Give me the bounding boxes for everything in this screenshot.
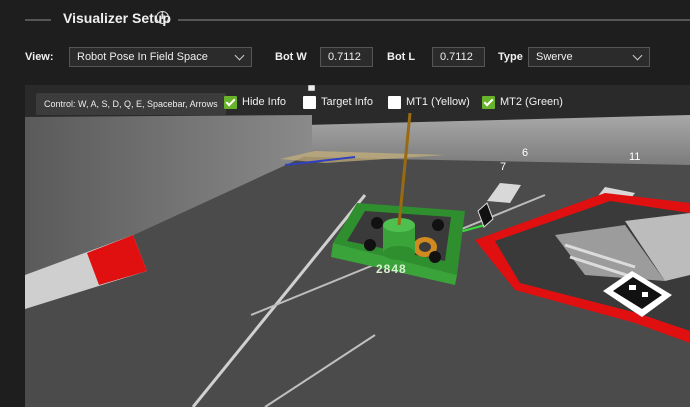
bot-width-value: 0.7112 bbox=[328, 51, 361, 63]
bot-width-input[interactable]: 0.7112 bbox=[320, 47, 373, 67]
target-info-checkbox[interactable] bbox=[303, 96, 316, 109]
hide-info-label: Hide Info bbox=[242, 96, 287, 108]
section-header: Visualizer Setup i bbox=[0, 0, 690, 40]
chevron-down-icon bbox=[632, 50, 643, 61]
field-scene bbox=[25, 85, 690, 407]
field-3d-viewport[interactable]: Control: W, A, S, D, Q, E, Spacebar, Arr… bbox=[25, 85, 690, 407]
view-select-value: Robot Pose In Field Space bbox=[77, 51, 208, 63]
hide-info-checkbox[interactable] bbox=[224, 96, 237, 109]
fiducial-label: 7 bbox=[500, 161, 507, 173]
target-info-label: Target Info bbox=[321, 96, 373, 108]
robot-team-number: 2848 bbox=[376, 262, 407, 276]
drive-type-value: Swerve bbox=[536, 51, 573, 63]
header-divider-left bbox=[25, 19, 51, 21]
mt1-label: MT1 (Yellow) bbox=[406, 96, 470, 108]
fiducial-label: 11 bbox=[629, 151, 641, 163]
mt2-checkbox[interactable] bbox=[482, 96, 495, 109]
info-icon[interactable]: i bbox=[156, 11, 169, 24]
fiducial-label: 6 bbox=[522, 147, 529, 159]
mt1-checkbox[interactable] bbox=[388, 96, 401, 109]
drive-type-label: Type bbox=[498, 51, 523, 63]
control-hint: Control: W, A, S, D, Q, E, Spacebar, Arr… bbox=[36, 93, 226, 115]
chevron-down-icon bbox=[234, 50, 245, 61]
drive-type-select[interactable]: Swerve bbox=[528, 47, 650, 67]
bot-length-label: Bot L bbox=[387, 51, 416, 63]
bot-width-label: Bot W bbox=[275, 51, 307, 63]
mt2-label: MT2 (Green) bbox=[500, 96, 563, 108]
bot-length-value: 0.7112 bbox=[440, 51, 473, 63]
view-select[interactable]: Robot Pose In Field Space bbox=[69, 47, 252, 67]
view-label: View: bbox=[25, 51, 54, 63]
header-divider-right bbox=[178, 19, 690, 21]
bot-length-input[interactable]: 0.7112 bbox=[432, 47, 485, 67]
section-title: Visualizer Setup bbox=[63, 10, 171, 26]
